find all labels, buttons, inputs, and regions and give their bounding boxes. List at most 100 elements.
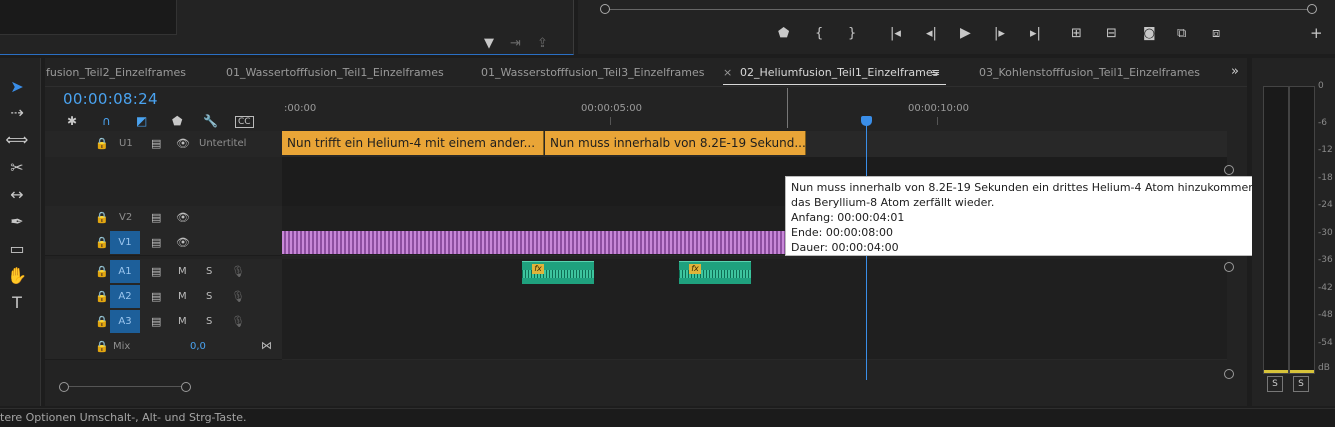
sync-icon[interactable]: ▤ bbox=[151, 211, 161, 224]
microphone-icon[interactable]: 🎙 bbox=[231, 315, 245, 328]
lock-icon[interactable]: 🔒 bbox=[95, 137, 109, 150]
slip-tool-icon[interactable]: ↔ bbox=[4, 184, 30, 206]
microphone-icon[interactable]: 🎙 bbox=[231, 265, 245, 278]
mute-button[interactable]: M bbox=[178, 316, 187, 327]
add-button-icon[interactable]: + bbox=[1310, 26, 1323, 41]
selection-tool-icon[interactable]: ➤ bbox=[4, 76, 30, 98]
solo-button[interactable]: S bbox=[206, 266, 212, 277]
vertical-scroll-handle[interactable] bbox=[1224, 369, 1234, 379]
mark-in-icon[interactable]: { bbox=[815, 27, 823, 41]
mute-button[interactable]: M bbox=[178, 291, 187, 302]
multi-camera-icon[interactable]: ⧈ bbox=[1212, 27, 1220, 41]
track-target-a3[interactable]: A3 bbox=[110, 310, 140, 333]
sync-icon[interactable]: ▤ bbox=[151, 236, 161, 249]
type-tool-icon[interactable]: T bbox=[4, 292, 30, 314]
tab-overflow-icon[interactable]: » bbox=[1231, 64, 1239, 79]
tab-sequence-2[interactable]: 01_Wassertofffusion_Teil1_Einzelframes bbox=[226, 66, 444, 79]
play-icon[interactable]: ▶ bbox=[960, 26, 971, 40]
track-area-a2[interactable] bbox=[282, 284, 1227, 310]
add-marker-icon-timeline[interactable]: ⬟ bbox=[172, 114, 182, 128]
lock-icon[interactable]: 🔒 bbox=[95, 236, 109, 249]
lock-icon[interactable]: 🔒 bbox=[95, 315, 109, 328]
solo-button[interactable]: S bbox=[206, 291, 212, 302]
track-target-a1[interactable]: A1 bbox=[110, 260, 140, 283]
meter-label: -18 bbox=[1318, 173, 1333, 183]
lock-icon[interactable]: 🔒 bbox=[95, 340, 109, 353]
track-target-v1[interactable]: V1 bbox=[110, 231, 140, 254]
tab-sequence-active[interactable]: 02_Heliumfusion_Teil1_Einzelframes bbox=[740, 66, 938, 79]
lift-icon[interactable]: ⊞ bbox=[1071, 27, 1082, 41]
vertical-scroll-handle[interactable] bbox=[1224, 262, 1234, 272]
go-to-out-icon[interactable]: ▸| bbox=[1030, 27, 1041, 41]
video-clip[interactable] bbox=[282, 231, 786, 254]
add-marker-icon[interactable]: ⬟ bbox=[778, 27, 789, 41]
work-area-end bbox=[787, 88, 788, 128]
eye-icon[interactable]: 👁 bbox=[176, 211, 190, 224]
meter-label: -6 bbox=[1318, 118, 1327, 128]
hand-tool-icon[interactable]: ✋ bbox=[4, 265, 30, 287]
rectangle-tool-icon[interactable]: ▭ bbox=[4, 238, 30, 260]
status-text: tere Optionen Umschalt-, Alt- und Strg-T… bbox=[0, 411, 247, 424]
mix-end-icon[interactable]: ⋈ bbox=[261, 339, 272, 352]
eye-icon[interactable]: 👁 bbox=[176, 236, 190, 249]
sync-icon[interactable]: ▤ bbox=[151, 137, 161, 150]
tab-close-icon[interactable]: × bbox=[723, 66, 732, 79]
extract-icon[interactable]: ⊟ bbox=[1106, 27, 1117, 41]
playhead-handle[interactable] bbox=[861, 116, 872, 126]
horizontal-scroll-handle-right[interactable] bbox=[181, 382, 191, 392]
mute-button[interactable]: M bbox=[178, 266, 187, 277]
microphone-icon[interactable]: 🎙 bbox=[231, 290, 245, 303]
tab-sequence-5[interactable]: 03_Kohlenstofffusion_Teil1_Einzelframes bbox=[979, 66, 1200, 79]
sync-icon[interactable]: ▤ bbox=[151, 290, 161, 303]
camera-icon[interactable]: ◙ bbox=[1143, 27, 1156, 41]
sync-icon[interactable]: ▤ bbox=[151, 315, 161, 328]
ripple-edit-tool-icon[interactable]: ⟺ bbox=[4, 129, 30, 151]
go-to-in-icon[interactable]: |◂ bbox=[890, 27, 901, 41]
audio-clip[interactable]: fx bbox=[679, 261, 751, 284]
lock-icon[interactable]: 🔒 bbox=[95, 211, 109, 224]
mix-value[interactable]: 0,0 bbox=[190, 341, 206, 352]
snap-icon[interactable]: ∩ bbox=[102, 114, 111, 128]
tab-menu-icon[interactable]: ≡ bbox=[931, 66, 940, 79]
captions-icon[interactable]: CC bbox=[235, 116, 254, 128]
linked-selection-icon[interactable]: ◩ bbox=[136, 114, 147, 128]
nest-icon[interactable]: ✱ bbox=[67, 114, 77, 128]
sync-icon[interactable]: ▤ bbox=[151, 265, 161, 278]
track-area-mix[interactable] bbox=[282, 334, 1227, 360]
tooltip-text-line2: das Beryllium-8 Atom zerfällt wieder. bbox=[791, 196, 995, 209]
vertical-scroll-handle[interactable] bbox=[1224, 165, 1234, 175]
tab-sequence-3[interactable]: 01_Wasserstofffusion_Teil3_Einzelframes bbox=[481, 66, 705, 79]
mark-out-icon[interactable]: } bbox=[848, 27, 856, 41]
lock-icon[interactable]: 🔒 bbox=[95, 265, 109, 278]
meter-label: 0 bbox=[1318, 81, 1324, 91]
razor-tool-icon[interactable]: ✂ bbox=[4, 157, 30, 179]
track-area-a3[interactable] bbox=[282, 309, 1227, 335]
solo-button[interactable]: S bbox=[206, 316, 212, 327]
step-back-icon[interactable]: ◂| bbox=[926, 27, 937, 41]
lock-icon[interactable]: 🔒 bbox=[95, 290, 109, 303]
program-scrub-bar[interactable] bbox=[604, 9, 1314, 10]
caption-clip[interactable]: Nun muss innerhalb von 8.2E-19 Sekund... bbox=[545, 131, 806, 155]
solo-left-button[interactable]: S bbox=[1267, 376, 1283, 392]
caption-clip[interactable]: Nun trifft ein Helium-4 mit einem ander.… bbox=[282, 131, 544, 155]
horizontal-scrollbar-track[interactable] bbox=[64, 386, 186, 387]
track-target-a2[interactable]: A2 bbox=[110, 285, 140, 308]
track-select-tool-icon[interactable]: ⇢ bbox=[4, 102, 30, 124]
wrench-icon[interactable]: 🔧 bbox=[203, 114, 218, 128]
eye-icon[interactable]: 👁 bbox=[176, 137, 190, 150]
scrub-end-knob[interactable] bbox=[1307, 4, 1317, 14]
export-icon[interactable]: ⇪ bbox=[537, 37, 548, 51]
track-area-a1[interactable] bbox=[282, 259, 1227, 285]
playhead-timecode[interactable]: 00:00:08:24 bbox=[63, 90, 158, 108]
tab-sequence-1[interactable]: fusion_Teil2_Einzelframes bbox=[46, 66, 186, 79]
audio-clip[interactable]: fx bbox=[522, 261, 594, 284]
insert-icon[interactable]: ⇥ bbox=[510, 37, 521, 51]
step-forward-icon[interactable]: |▸ bbox=[994, 27, 1005, 41]
comparison-view-icon[interactable]: ⧉ bbox=[1177, 27, 1186, 41]
filter-icon[interactable]: ▼ bbox=[484, 37, 494, 51]
ruler-label-5: 00:00:05:00 bbox=[581, 103, 643, 114]
solo-right-button[interactable]: S bbox=[1293, 376, 1309, 392]
pen-tool-icon[interactable]: ✒ bbox=[4, 211, 30, 233]
horizontal-scroll-handle-left[interactable] bbox=[59, 382, 69, 392]
scrub-start-knob[interactable] bbox=[600, 4, 610, 14]
